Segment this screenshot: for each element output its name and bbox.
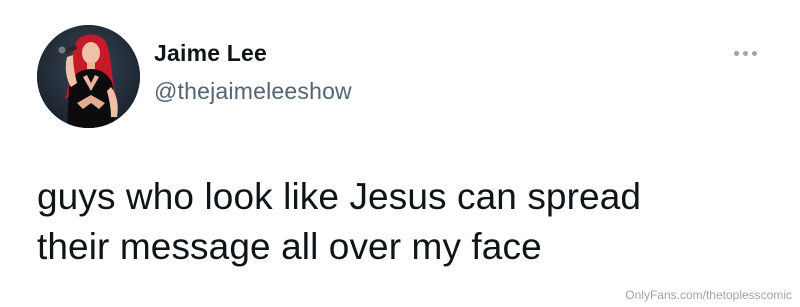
watermark: OnlyFans.com/thetoplesscomic	[625, 288, 792, 302]
author-display-name[interactable]: Jaime Lee	[154, 40, 267, 67]
more-options-icon[interactable]	[729, 43, 761, 63]
tweet-text: guys who look like Jesus can spread thei…	[37, 172, 777, 272]
tweet-text-line: guys who look like Jesus can spread	[37, 176, 642, 217]
tweet-text-line: their message all over my face	[37, 226, 542, 267]
tweet-card: Jaime Lee @thejaimeleeshow guys who look…	[0, 0, 800, 307]
avatar[interactable]	[37, 25, 140, 128]
profile-photo-icon	[37, 25, 140, 128]
author-handle[interactable]: @thejaimeleeshow	[154, 78, 352, 105]
dot	[733, 50, 739, 56]
dot	[751, 50, 757, 56]
dot	[742, 50, 748, 56]
